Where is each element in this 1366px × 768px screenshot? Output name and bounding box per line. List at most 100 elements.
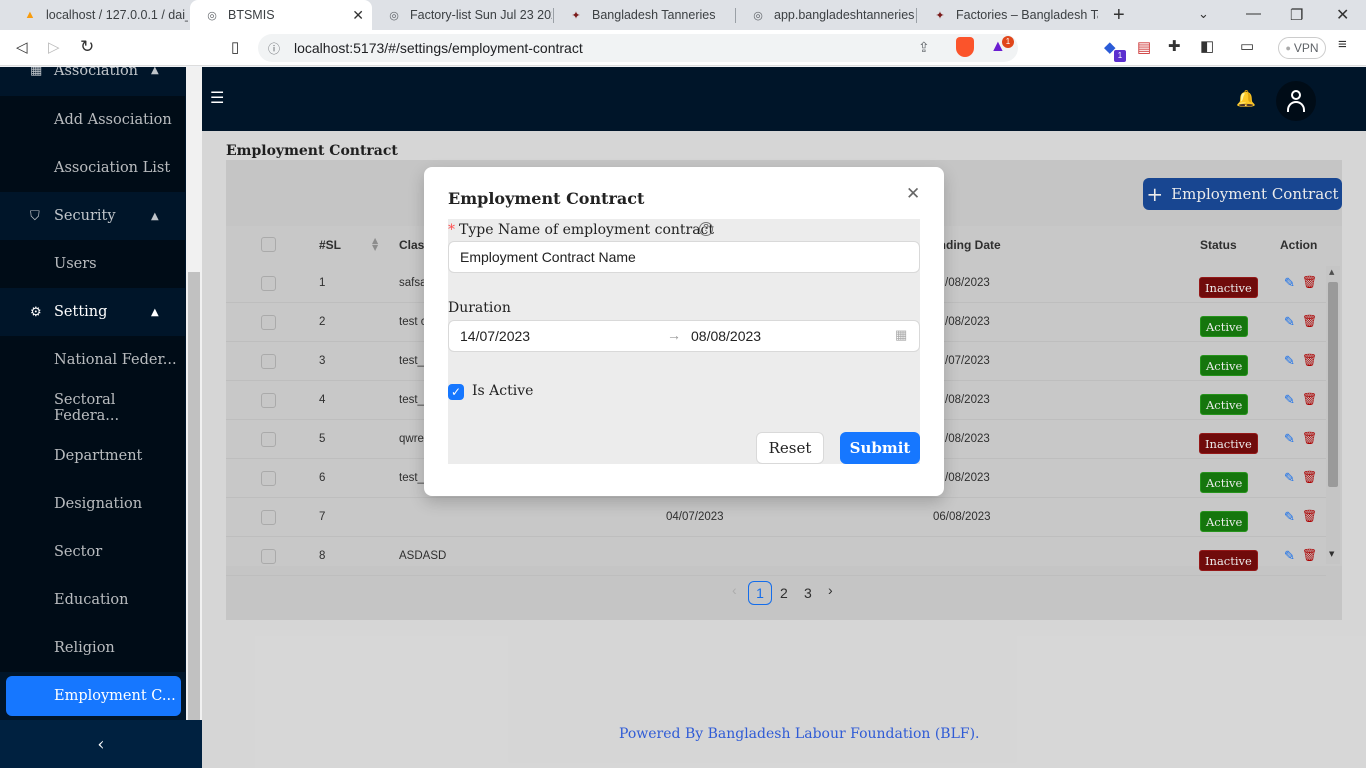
edit-icon[interactable]: ✎: [1284, 275, 1295, 291]
pagination-page-2[interactable]: 2: [780, 585, 788, 601]
edit-icon[interactable]: ✎: [1284, 353, 1295, 369]
row-checkbox[interactable]: [261, 276, 276, 291]
sidebar-group-association[interactable]: ▦ Association ▲: [0, 67, 185, 81]
sidebar-item-employment-contract[interactable]: Employment C...: [6, 676, 181, 716]
url-text[interactable]: localhost:5173/#/settings/employment-con…: [294, 40, 583, 56]
select-all-checkbox[interactable]: [261, 237, 276, 252]
edit-icon[interactable]: ✎: [1284, 314, 1295, 330]
scroll-up-icon[interactable]: ▲: [1329, 268, 1334, 276]
sidebar-item-add-association[interactable]: Add Association: [0, 96, 185, 144]
menu-icon[interactable]: ≡: [1338, 36, 1347, 53]
page-icon[interactable]: ▤: [1137, 38, 1151, 56]
site-info-icon[interactable]: ⓘ: [268, 40, 280, 57]
delete-icon[interactable]: 🗑: [1302, 431, 1317, 445]
pagination-next[interactable]: ›: [828, 582, 833, 598]
sidebar-group-setting[interactable]: ⚙ Setting ▲: [0, 288, 185, 336]
sidebar-item-education[interactable]: Education: [0, 576, 185, 624]
question-circle-icon[interactable]: ?: [699, 222, 713, 236]
is-active-label[interactable]: Is Active: [472, 383, 533, 399]
contract-name-input[interactable]: Employment Contract Name: [448, 241, 920, 273]
edit-icon[interactable]: ✎: [1284, 470, 1295, 486]
sidebar-toggle-icon[interactable]: ◧: [1200, 37, 1214, 55]
row-checkbox[interactable]: [261, 354, 276, 369]
is-active-checkbox[interactable]: ✓: [448, 384, 464, 400]
edit-icon[interactable]: ✎: [1284, 431, 1295, 447]
delete-icon[interactable]: 🗑: [1302, 548, 1317, 562]
new-tab-icon[interactable]: +: [1113, 4, 1125, 27]
duration-range-picker[interactable]: 14/07/2023 → 08/08/2023 ▦: [448, 320, 920, 352]
tab-phpmyadmin[interactable]: ▲ localhost / 127.0.0.1 / dai_in: [8, 0, 188, 30]
start-date-input[interactable]: 14/07/2023: [460, 328, 530, 344]
minimize-icon[interactable]: —: [1246, 5, 1261, 22]
delete-icon[interactable]: 🗑: [1302, 314, 1317, 328]
sidebar-group-security[interactable]: ⛉ Security ▲: [0, 192, 185, 240]
pagination-page-3[interactable]: 3: [804, 585, 812, 601]
row-checkbox[interactable]: [261, 471, 276, 486]
back-icon[interactable]: ◁: [16, 38, 28, 56]
row-checkbox[interactable]: [261, 510, 276, 525]
extensions-puzzle-icon[interactable]: ✚: [1168, 37, 1181, 55]
close-icon[interactable]: ✕: [906, 184, 920, 204]
submit-button[interactable]: Submit: [840, 432, 920, 464]
table-scrollbar[interactable]: ▲ ▼: [1326, 266, 1340, 564]
column-header-status: Status: [1200, 238, 1237, 252]
close-window-icon[interactable]: ✕: [1336, 5, 1349, 25]
employment-contract-modal: Employment Contract ✕ * Type Name of emp…: [424, 167, 944, 496]
tab-bangladesh-tanneries[interactable]: ✦ Bangladesh Tanneries: [554, 0, 734, 30]
column-header-sl[interactable]: #SL: [319, 238, 341, 252]
menu-fold-icon[interactable]: ☰: [210, 88, 224, 107]
row-checkbox[interactable]: [261, 432, 276, 447]
restore-icon[interactable]: ❐: [1290, 6, 1303, 24]
edit-icon[interactable]: ✎: [1284, 509, 1295, 525]
delete-icon[interactable]: 🗑: [1302, 392, 1317, 406]
reset-button[interactable]: Reset: [756, 432, 824, 464]
sidebar-item-religion[interactable]: Religion: [0, 624, 185, 672]
avatar[interactable]: [1276, 81, 1316, 121]
sidebar-scroll-thumb[interactable]: [188, 272, 200, 720]
sidebar-item-association-list[interactable]: Association List: [0, 144, 185, 192]
tab-factory-list[interactable]: ◎ Factory-list Sun Jul 23 2023: [372, 0, 552, 30]
end-date-input[interactable]: 08/08/2023: [691, 328, 761, 344]
tab-search-icon[interactable]: ⌄: [1198, 6, 1209, 22]
calendar-icon[interactable]: ▦: [895, 327, 907, 343]
edit-icon[interactable]: ✎: [1284, 392, 1295, 408]
row-sl: 8: [319, 550, 326, 562]
row-checkbox[interactable]: [261, 393, 276, 408]
delete-icon[interactable]: 🗑: [1302, 275, 1317, 289]
sidebar-item-users[interactable]: Users: [0, 240, 185, 288]
sidebar-item-national-federation[interactable]: National Feder...: [0, 336, 185, 384]
address-bar[interactable]: ⓘ localhost:5173/#/settings/employment-c…: [258, 34, 1018, 62]
tab-btsmis[interactable]: ◎ BTSMIS ✕: [190, 0, 372, 30]
tab-factories[interactable]: ✦ Factories – Bangladesh Tann: [918, 0, 1098, 30]
status-badge: Active: [1200, 472, 1249, 493]
scroll-down-icon[interactable]: ▼: [1329, 550, 1334, 558]
bell-icon[interactable]: 🔔: [1236, 89, 1256, 108]
forward-icon[interactable]: ▷: [48, 38, 60, 56]
table-scroll-thumb[interactable]: [1328, 282, 1338, 487]
sidebar-item-department[interactable]: Department: [0, 432, 185, 480]
pagination-page-1[interactable]: 1: [748, 581, 772, 605]
sidebar-item-designation[interactable]: Designation: [0, 480, 185, 528]
bookmark-icon[interactable]: ▯: [231, 38, 239, 56]
edit-icon[interactable]: ✎: [1284, 548, 1295, 564]
plus-icon: +: [1146, 182, 1164, 206]
sort-icon[interactable]: ▲ ▼: [372, 237, 378, 252]
sidebar-item-sectoral-federation[interactable]: Sectoral Federa...: [0, 384, 185, 432]
row-checkbox[interactable]: [261, 549, 276, 564]
share-icon[interactable]: ⇪: [918, 39, 930, 56]
vpn-button[interactable]: ● VPN: [1278, 37, 1326, 59]
reload-icon[interactable]: ↻: [80, 37, 94, 57]
add-employment-contract-button[interactable]: + Employment Contract: [1143, 178, 1342, 210]
pagination-prev[interactable]: ‹: [732, 582, 737, 598]
brave-shield-icon[interactable]: [956, 37, 974, 57]
delete-icon[interactable]: 🗑: [1302, 353, 1317, 367]
sidebar-item-sector[interactable]: Sector: [0, 528, 185, 576]
tab-app-tanneries[interactable]: ◎ app.bangladeshtanneries.co: [736, 0, 914, 30]
wallet-icon[interactable]: ▭: [1240, 37, 1254, 55]
sidebar-collapse-button[interactable]: ‹: [0, 720, 202, 768]
close-tab-icon[interactable]: ✕: [352, 7, 364, 24]
delete-icon[interactable]: 🗑: [1302, 470, 1317, 484]
row-checkbox[interactable]: [261, 315, 276, 330]
delete-icon[interactable]: 🗑: [1302, 509, 1317, 523]
user-icon: [1287, 90, 1305, 112]
